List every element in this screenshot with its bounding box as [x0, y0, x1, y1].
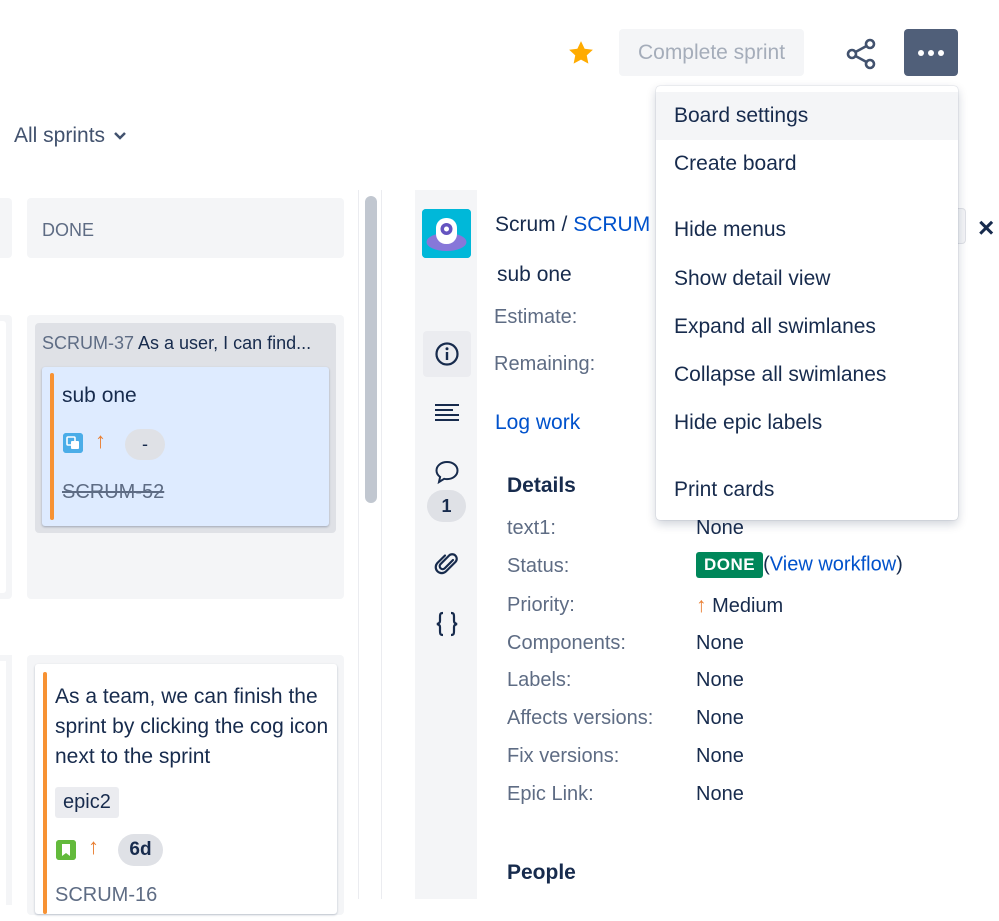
estimate-badge: 6d — [118, 834, 163, 866]
sprint-filter[interactable]: All sprints — [14, 124, 127, 148]
scrollbar-thumb[interactable] — [365, 196, 377, 503]
parent-issue-summary: As a user, I can find... — [138, 333, 312, 353]
menu-item-show-detail-view[interactable]: Show detail view — [656, 255, 958, 303]
more-actions-button[interactable] — [904, 29, 958, 76]
column-title: DONE — [42, 220, 95, 240]
log-work-link[interactable]: Log work — [495, 411, 580, 435]
field-label: text1: — [507, 517, 556, 539]
star-icon[interactable] — [566, 38, 596, 68]
sprint-filter-label: All sprints — [14, 124, 106, 147]
workflow-paren-close: ) — [896, 553, 903, 576]
epic-label: epic2 — [55, 787, 119, 818]
column-cell-partial — [0, 655, 12, 921]
field-value[interactable]: None — [696, 669, 744, 692]
field-value[interactable]: None — [696, 632, 744, 655]
complete-sprint-button[interactable]: Complete sprint — [619, 29, 804, 76]
menu-item-print-cards[interactable]: Print cards — [656, 466, 958, 514]
field-label: Epic Link: — [507, 783, 594, 805]
parent-issue-key: SCRUM-37 — [42, 333, 135, 353]
column-header-partial — [0, 198, 12, 258]
menu-item-hide-menus[interactable]: Hide menus — [656, 206, 958, 254]
comment-icon — [435, 460, 459, 485]
details-tab[interactable] — [423, 331, 471, 377]
menu-item-board-settings[interactable]: Board settings — [656, 92, 958, 140]
issue-key[interactable]: SCRUM-52 — [62, 481, 164, 504]
development-tab[interactable] — [423, 601, 471, 647]
column-cell-partial — [0, 315, 12, 599]
people-heading: People — [507, 861, 576, 884]
info-icon — [435, 342, 459, 366]
status-field: DONE (View workflow) — [696, 552, 903, 578]
menu-item-create-board[interactable]: Create board — [656, 140, 958, 188]
breadcrumb: Scrum / SCRUM — [495, 213, 650, 237]
priority-medium-icon: ↑ — [696, 594, 707, 617]
paperclip-icon — [434, 553, 458, 575]
breadcrumb-project[interactable]: Scrum — [495, 213, 556, 236]
parent-issue-title[interactable]: SCRUM-37 As a user, I can find... — [42, 333, 332, 354]
field-label: Priority: — [507, 594, 575, 616]
field-label: Status: — [507, 555, 570, 577]
priority-field[interactable]: ↑ Medium — [696, 594, 783, 618]
view-workflow-link[interactable]: View workflow — [770, 553, 896, 575]
share-icon[interactable] — [843, 36, 879, 72]
dot-icon — [928, 49, 934, 56]
field-value[interactable]: None — [696, 517, 744, 540]
comments-tab[interactable] — [423, 451, 471, 493]
attachments-tab[interactable] — [423, 541, 471, 587]
field-label: Components: — [507, 632, 626, 654]
remaining-label: Remaining: — [494, 353, 596, 375]
chevron-down-icon — [114, 132, 126, 140]
menu-item-collapse-swimlanes[interactable]: Collapse all swimlanes — [656, 351, 958, 399]
description-tab[interactable] — [423, 390, 471, 436]
column-header-done: DONE — [27, 198, 344, 258]
description-icon — [435, 404, 459, 421]
issue-summary[interactable]: sub one — [497, 263, 572, 287]
issue-key[interactable]: SCRUM-16 — [55, 884, 157, 907]
close-icon[interactable]: × — [978, 212, 994, 244]
priority-medium-icon: ↑ — [88, 834, 99, 859]
field-label: Fix versions: — [507, 745, 620, 767]
card-title: As a team, we can finish the sprint by c… — [55, 685, 329, 768]
estimate-label: Estimate: — [494, 306, 578, 328]
code-braces-icon — [436, 611, 458, 637]
menu-item-expand-swimlanes[interactable]: Expand all swimlanes — [656, 303, 958, 351]
dot-icon — [918, 49, 924, 56]
comment-count-badge: 1 — [427, 490, 466, 522]
field-label: Labels: — [507, 669, 572, 691]
story-icon — [56, 840, 76, 860]
card-title: sub one — [62, 384, 137, 407]
field-value[interactable]: None — [696, 745, 744, 768]
workflow-paren-open: ( — [763, 553, 770, 576]
status-badge[interactable]: DONE — [696, 552, 764, 578]
field-value[interactable]: None — [696, 783, 744, 806]
breadcrumb-separator: / — [561, 213, 568, 236]
project-avatar-icon — [422, 209, 471, 258]
field-value[interactable]: None — [696, 707, 744, 730]
details-heading: Details — [507, 474, 576, 497]
priority-medium-icon: ↑ — [95, 428, 106, 453]
priority-value: Medium — [712, 595, 784, 617]
menu-item-hide-epic-labels[interactable]: Hide epic labels — [656, 399, 958, 447]
breadcrumb-issue-key[interactable]: SCRUM — [573, 213, 650, 236]
dot-icon — [938, 49, 944, 56]
subtask-icon — [63, 433, 83, 453]
estimate-badge: - — [125, 429, 165, 460]
field-label: Affects versions: — [507, 707, 654, 729]
board-actions-menu: Board settings Create board Hide menus S… — [656, 86, 958, 520]
